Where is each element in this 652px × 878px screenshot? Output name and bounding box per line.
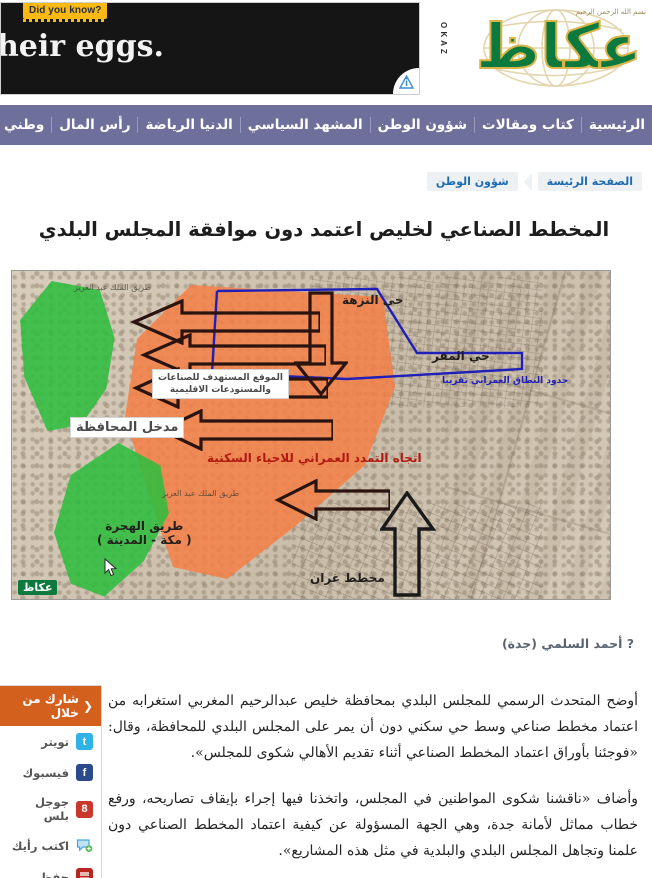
nav-separator (239, 117, 241, 133)
nav-item-my-homeland[interactable]: وطني الغالي (0, 105, 51, 145)
map-label-hijra-road-line-2: ( مكة - المدينة ) (97, 533, 192, 547)
ad-headline-text: heir eggs. (0, 29, 164, 64)
share-item-save-pdf[interactable]: حفظ (0, 861, 101, 878)
breadcrumb-chevron-icon (523, 172, 532, 191)
breadcrumb-section[interactable]: شؤون الوطن (426, 172, 518, 191)
nav-item-home[interactable]: الرئيسية (582, 105, 652, 145)
nav-separator (51, 117, 53, 133)
header-top-strip: Did you know? heir eggs. بسم الله الرحمن… (0, 0, 652, 103)
nav-separator (474, 117, 476, 133)
share-sidebar-title: شارك من خلال (22, 692, 79, 720)
map-label-hijra-road: طريق الهجرة ( مكة - المدينة ) (97, 519, 192, 547)
map-callout-line-2: والمستودعات الاقليمية (169, 385, 271, 395)
share-item-facebook-label: فيسبوك (22, 765, 69, 780)
nav-item-sports[interactable]: الدنيا الرياضة (138, 105, 239, 145)
article-paragraph-1: أوضح المتحدث الرسمي للمجلس البلدي بمحافظ… (108, 693, 638, 761)
map-callout-target-site: الموقع المستهدف للصناعات والمستودعات الا… (152, 369, 289, 399)
share-item-googleplus[interactable]: 8 جوجل بلس (0, 788, 101, 830)
map-label-urban-boundary: حدود النطاق العمراني تقريبا (442, 376, 569, 386)
breadcrumb: الصفحة الرئيسة شؤون الوطن (426, 172, 642, 191)
direction-arrow-down (294, 291, 348, 397)
nav-items-container: الرئيسية كتاب ومقالات شؤون الوطن المشهد … (0, 105, 652, 145)
logo-latin-name: O K A Z (439, 22, 448, 55)
map-label-nuzha-district: حي النزهة (342, 293, 404, 307)
nav-separator (580, 117, 582, 133)
nav-separator (137, 117, 139, 133)
nav-item-political-scene[interactable]: المشهد السياسي (241, 105, 370, 145)
googleplus-icon: 8 (76, 800, 93, 818)
share-sidebar-header: ❮ شارك من خلال (0, 686, 101, 726)
twitter-icon: t (76, 733, 93, 750)
map-label-urban-expansion: اتجاه التمدد العمراني للاحياء السكنية (207, 451, 422, 465)
chevron-left-icon: ❮ (82, 699, 93, 713)
nav-item-national-affairs[interactable]: شؤون الوطن (371, 105, 474, 145)
share-item-comment[interactable]: اكتب رأيك (0, 830, 101, 861)
advertisement-banner[interactable]: Did you know? heir eggs. (0, 2, 420, 95)
article-paragraph-2: وأضاف «ناقشنا شكوى المواطنين في المجلس، … (108, 791, 638, 859)
pdf-icon (76, 868, 93, 878)
map-label-ghiran-plan: مخطط غران (310, 571, 385, 585)
article-map-image[interactable]: طريق الملك عبد العزيز حي النزهة حي المقر… (11, 270, 611, 600)
map-callout-line-1: الموقع المستهدف للصناعات (158, 373, 283, 383)
article-headline: المخطط الصناعي لخليص اعتمد دون موافقة ال… (38, 218, 610, 241)
ad-did-you-know-badge: Did you know? (23, 3, 108, 22)
share-item-facebook[interactable]: f فيسبوك (0, 757, 101, 788)
comment-icon (76, 837, 93, 854)
breadcrumb-home[interactable]: الصفحة الرئيسة (537, 172, 642, 191)
mouse-cursor-icon (104, 557, 118, 581)
map-watermark: عكاظ (18, 580, 58, 595)
page-root: Did you know? heir eggs. بسم الله الرحمن… (0, 0, 652, 878)
facebook-icon: f (76, 764, 93, 781)
map-label-hijra-road-line-1: طريق الهجرة (105, 519, 184, 533)
direction-arrow-5 (274, 479, 390, 521)
share-item-save-label: حفظ (40, 869, 69, 878)
map-label-maqar-district: حي المقر (432, 349, 490, 363)
nav-item-writers[interactable]: كتاب ومقالات (475, 105, 581, 145)
map-label-king-abdulaziz-road-north: طريق الملك عبد العزيز (74, 283, 151, 292)
share-item-twitter-label: تويتر (41, 734, 69, 749)
logo-arabic-name: عكاظ (475, 10, 643, 83)
share-item-twitter[interactable]: t تويتر (0, 726, 101, 757)
article-body: أوضح المتحدث الرسمي للمجلس البلدي بمحافظ… (108, 688, 638, 878)
share-item-googleplus-label: جوجل بلس (34, 795, 69, 823)
map-label-governorate-entrance: مدخل المحافظة (70, 417, 185, 438)
nav-separator (369, 117, 371, 133)
nav-item-capital[interactable]: رأس المال (52, 105, 137, 145)
share-item-comment-label: اكتب رأيك (11, 838, 69, 853)
article-byline: ? أحمد السلمي (جدة) (501, 636, 634, 651)
direction-arrow-up (380, 491, 436, 597)
site-logo[interactable]: بسم الله الرحمن الرحيم O K A Z عكاظ (424, 0, 650, 100)
main-navigation: الرئيسية كتاب ومقالات شؤون الوطن المشهد … (0, 105, 652, 145)
share-sidebar: ❮ شارك من خلال t تويتر f فيسبوك 8 جوجل ب… (0, 685, 102, 878)
map-label-king-abdulaziz-road-mid: طريق الملك عبد العزيز (162, 489, 239, 498)
